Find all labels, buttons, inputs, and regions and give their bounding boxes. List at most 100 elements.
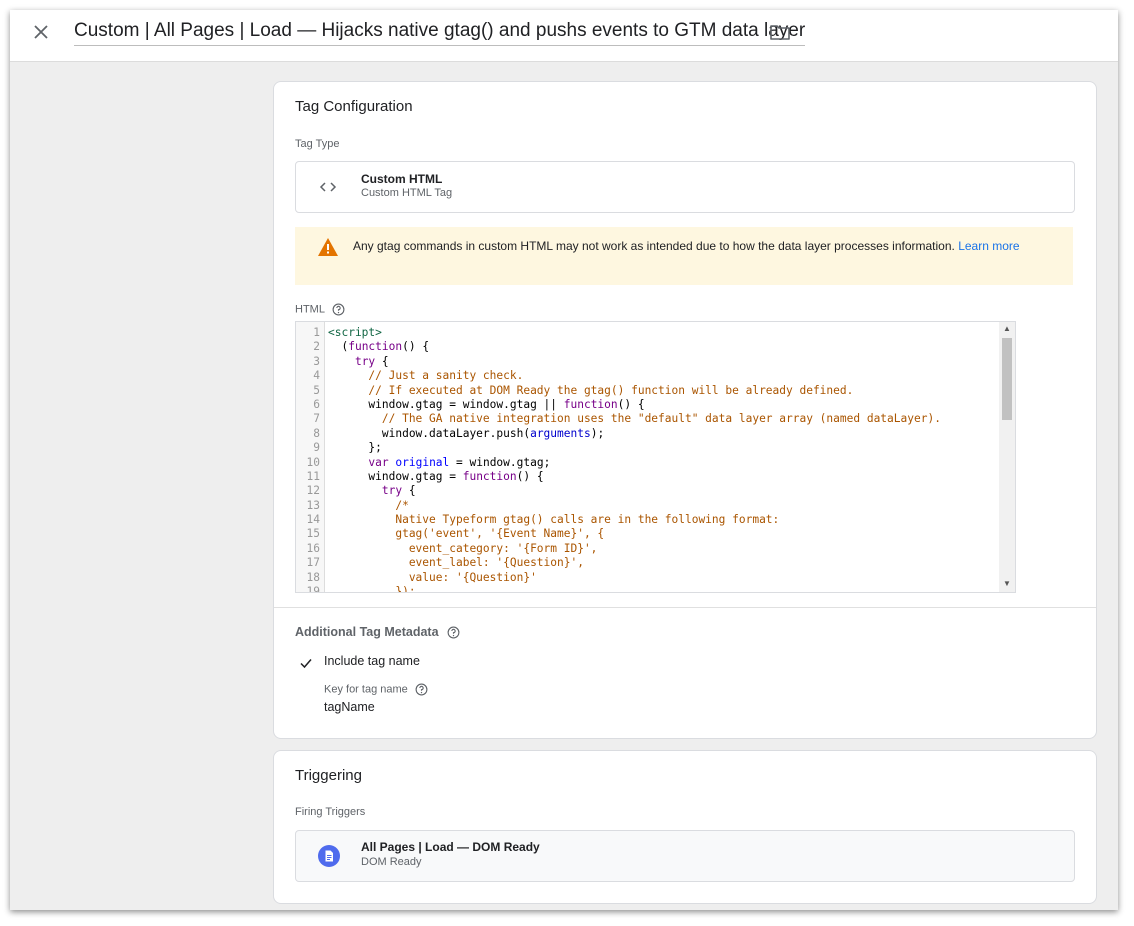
code-text: // The GA native integration uses the "d… <box>328 412 941 426</box>
triggering-title: Triggering <box>295 767 362 784</box>
html-field-label: HTML <box>295 303 345 316</box>
trigger-page-icon <box>318 845 340 867</box>
warning-message: Any gtag commands in custom HTML may not… <box>353 237 1053 255</box>
trigger-item[interactable]: All Pages | Load — DOM Ready DOM Ready <box>295 830 1075 882</box>
code-line: 14 Native Typeform gtag() calls are in t… <box>296 513 1015 527</box>
tag-type-label: Tag Type <box>295 138 340 150</box>
firing-triggers-label: Firing Triggers <box>295 806 366 818</box>
scroll-up-arrow-icon[interactable]: ▲ <box>1003 324 1011 333</box>
code-line: 3 try { <box>296 354 1015 369</box>
code-text: var original = window.gtag; <box>368 455 551 469</box>
code-text: event_category: '{Form ID}', <box>328 541 598 555</box>
line-number: 4 <box>313 369 320 383</box>
code-line: 18 value: '{Question}' <box>296 570 1015 585</box>
code-text: }; <box>328 441 382 455</box>
tag-type-name: Custom HTML <box>361 172 443 186</box>
key-for-tag-name-label: Key for tag name <box>324 683 428 696</box>
line-number: 13 <box>306 498 320 512</box>
code-text: gtag('event', '{Event Name}', { <box>328 527 605 541</box>
line-number: 19 <box>306 585 320 593</box>
trigger-name: All Pages | Load — DOM Ready <box>361 840 540 854</box>
code-line: 9 }; <box>296 441 1015 455</box>
line-number: 2 <box>313 340 320 354</box>
line-number: 7 <box>313 412 320 426</box>
code-line: 1 <script> <box>296 326 1015 340</box>
line-number: 8 <box>313 426 320 440</box>
help-icon[interactable] <box>447 626 460 639</box>
tag-editor-window: Custom | All Pages | Load — Hijacks nati… <box>10 10 1118 910</box>
include-tag-name-label[interactable]: Include tag name <box>324 654 420 668</box>
code-text: /* <box>328 498 409 512</box>
line-number: 9 <box>313 441 320 455</box>
warning-text: Any gtag commands in custom HTML may not… <box>353 239 955 253</box>
code-text: try { <box>381 484 416 498</box>
line-number: 10 <box>306 455 320 469</box>
html-label-text: HTML <box>295 303 325 316</box>
learn-more-link[interactable]: Learn more <box>958 239 1019 253</box>
line-number: 3 <box>313 354 320 368</box>
metadata-section-title: Additional Tag Metadata <box>295 625 460 639</box>
line-number: 6 <box>313 397 320 411</box>
code-lines: 1 <script> 2 (function() {3 try {4 // Just… <box>296 326 1015 593</box>
editor-header: Custom | All Pages | Load — Hijacks nati… <box>10 10 1118 62</box>
code-line: 2 (function() { <box>296 340 1015 354</box>
code-text: window.gtag = window.gtag || function() … <box>328 397 645 411</box>
tag-type-selector[interactable]: Custom HTML Custom HTML Tag <box>295 161 1075 213</box>
scroll-down-arrow-icon[interactable]: ▼ <box>1003 579 1011 588</box>
line-number: 18 <box>306 570 320 584</box>
code-text: (function() { <box>328 340 430 354</box>
line-number: 5 <box>313 383 320 397</box>
code-line: 12 try { <box>296 484 1015 498</box>
triggering-card: Triggering Firing Triggers All Pages | L… <box>273 750 1097 904</box>
editor-scrollbar[interactable]: ▲ ▼ <box>999 322 1015 592</box>
code-line: 19 }); <box>296 585 1015 593</box>
code-text: Native Typeform gtag() calls are in the … <box>328 513 780 527</box>
code-text: }); <box>328 585 416 593</box>
warning-icon <box>318 238 338 256</box>
code-line: 10 var original = window.gtag; <box>296 455 1015 470</box>
close-icon[interactable] <box>30 21 52 43</box>
code-text: window.dataLayer.push(arguments); <box>328 426 605 440</box>
line-number: 11 <box>306 469 320 483</box>
warning-banner: Any gtag commands in custom HTML may not… <box>295 227 1073 285</box>
code-line: 5 // If executed at DOM Ready the gtag()… <box>296 383 1015 398</box>
html-code-editor[interactable]: 1 <script> 2 (function() {3 try {4 // Just… <box>295 321 1016 593</box>
help-icon[interactable] <box>415 683 428 696</box>
line-number: 1 <box>313 326 320 339</box>
code-text: // Just a sanity check. <box>328 369 524 383</box>
code-text: window.gtag = function() { <box>328 469 544 483</box>
key-label-text: Key for tag name <box>324 683 408 696</box>
metadata-title-text: Additional Tag Metadata <box>295 625 439 639</box>
code-line: 15 gtag('event', '{Event Name}', { <box>296 527 1015 541</box>
scrollbar-thumb[interactable] <box>1002 338 1012 420</box>
line-number: 15 <box>306 527 320 541</box>
key-for-tag-name-value[interactable]: tagName <box>324 700 375 714</box>
code-line: 4 // Just a sanity check. <box>296 369 1015 383</box>
check-icon[interactable] <box>299 656 313 670</box>
help-icon[interactable] <box>332 303 345 316</box>
code-icon <box>319 182 337 192</box>
tag-name-input[interactable]: Custom | All Pages | Load — Hijacks nati… <box>74 20 806 46</box>
code-text: // If executed at DOM Ready the gtag() f… <box>328 383 854 397</box>
code-line: 8 window.dataLayer.push(arguments); <box>296 426 1015 441</box>
tag-configuration-card: Tag Configuration Tag Type Custom HTML C… <box>273 81 1097 739</box>
line-number: 16 <box>306 541 320 555</box>
code-line: 13 /* <box>296 498 1015 513</box>
code-line: 7 // The GA native integration uses the … <box>296 412 1015 426</box>
line-number: 14 <box>306 513 320 527</box>
code-line: 11 window.gtag = function() { <box>296 469 1015 484</box>
code-text: event_label: '{Question}', <box>328 556 584 570</box>
code-text: value: '{Question}' <box>328 570 537 584</box>
folder-icon[interactable] <box>769 23 791 41</box>
card-title: Tag Configuration <box>295 98 413 115</box>
line-number: 17 <box>306 556 320 570</box>
code-line: 17 event_label: '{Question}', <box>296 556 1015 570</box>
code-text: try { <box>354 354 389 368</box>
code-text: <script> <box>328 326 382 339</box>
code-line: 6 window.gtag = window.gtag || function(… <box>296 397 1015 412</box>
code-line: 16 event_category: '{Form ID}', <box>296 541 1015 556</box>
tag-type-description: Custom HTML Tag <box>361 187 453 199</box>
section-divider <box>274 607 1096 608</box>
trigger-type: DOM Ready <box>361 856 422 868</box>
line-number: 12 <box>306 484 320 498</box>
